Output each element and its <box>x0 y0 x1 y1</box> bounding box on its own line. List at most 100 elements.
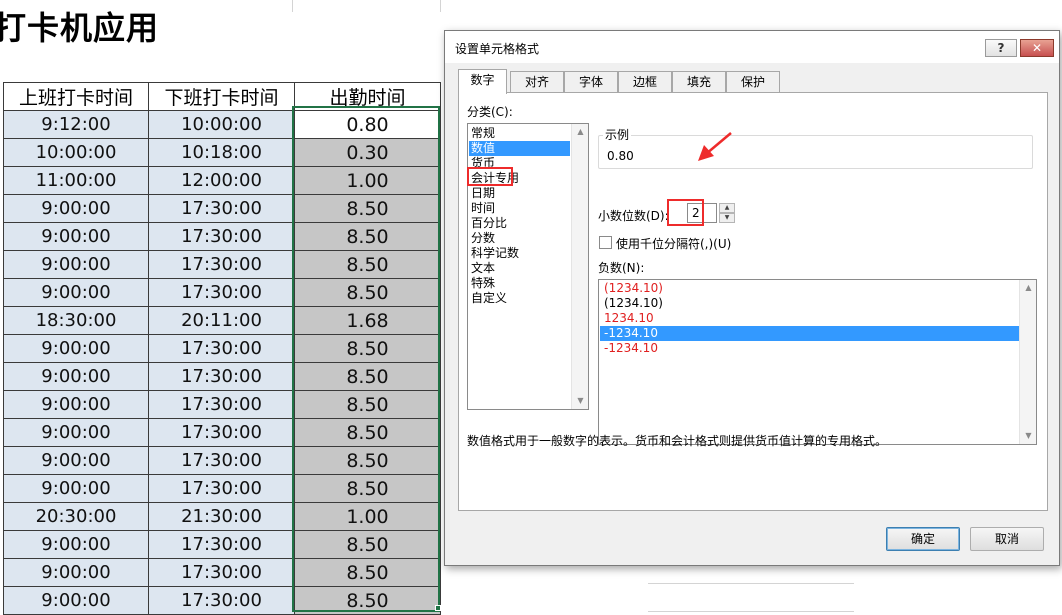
clock-out-cell[interactable]: 17:30:00 <box>148 586 295 615</box>
duration-cell[interactable]: 8.50 <box>294 474 441 503</box>
header-clock-out[interactable]: 下班打卡时间 <box>148 82 295 111</box>
close-button[interactable]: ✕ <box>1020 39 1054 57</box>
scroll-down-icon[interactable]: ▼ <box>572 393 588 409</box>
dialog-titlebar[interactable]: 设置单元格格式 ? ✕ <box>445 31 1059 63</box>
clock-out-cell[interactable]: 17:30:00 <box>148 390 295 419</box>
sample-group <box>598 135 1033 169</box>
duration-cell[interactable]: 8.50 <box>294 250 441 279</box>
clock-in-cell[interactable]: 9:00:00 <box>3 334 149 363</box>
category-list[interactable]: 常规 数值 货币 会计专用 日期 时间 百分比 分数 科学记数 文本 特殊 自定义 ▲ ▼ <box>467 123 589 410</box>
duration-cell[interactable]: 8.50 <box>294 362 441 391</box>
clock-in-cell[interactable]: 9:00:00 <box>3 362 149 391</box>
duration-cell[interactable]: 1.00 <box>294 502 441 531</box>
duration-cell[interactable]: 8.50 <box>294 334 441 363</box>
category-item[interactable]: 百分比 <box>469 216 570 231</box>
duration-cell[interactable]: 8.50 <box>294 390 441 419</box>
clock-out-cell[interactable]: 17:30:00 <box>148 362 295 391</box>
tab-protection[interactable]: 保护 <box>726 71 780 93</box>
clock-out-cell[interactable]: 10:00:00 <box>148 110 295 139</box>
clock-out-cell[interactable]: 17:30:00 <box>148 474 295 503</box>
scroll-down-icon[interactable]: ▼ <box>1020 428 1036 444</box>
clock-in-cell[interactable]: 9:00:00 <box>3 586 149 615</box>
tab-border[interactable]: 边框 <box>618 71 672 93</box>
clock-out-cell[interactable]: 17:30:00 <box>148 418 295 447</box>
clock-out-cell[interactable]: 17:30:00 <box>148 222 295 251</box>
clock-in-cell[interactable]: 20:30:00 <box>3 502 149 531</box>
spin-down-icon[interactable]: ▼ <box>719 213 735 223</box>
negative-option[interactable]: -1234.10 <box>600 326 1019 341</box>
negative-option[interactable]: (1234.10) <box>600 281 1019 296</box>
duration-cell[interactable]: 0.80 <box>294 110 441 139</box>
category-item[interactable]: 分数 <box>469 231 570 246</box>
category-item[interactable]: 文本 <box>469 261 570 276</box>
category-item[interactable]: 时间 <box>469 201 570 216</box>
clock-in-cell[interactable]: 10:00:00 <box>3 138 149 167</box>
clock-in-cell[interactable]: 9:00:00 <box>3 222 149 251</box>
clock-in-cell[interactable]: 9:00:00 <box>3 194 149 223</box>
help-button[interactable]: ? <box>985 39 1017 57</box>
duration-cell[interactable]: 8.50 <box>294 418 441 447</box>
clock-out-cell[interactable]: 17:30:00 <box>148 530 295 559</box>
clock-out-cell[interactable]: 17:30:00 <box>148 250 295 279</box>
negative-option[interactable]: 1234.10 <box>600 311 1019 326</box>
clock-out-cell[interactable]: 17:30:00 <box>148 334 295 363</box>
duration-cell[interactable]: 8.50 <box>294 446 441 475</box>
duration-cell[interactable]: 1.68 <box>294 306 441 335</box>
duration-cell[interactable]: 8.50 <box>294 222 441 251</box>
clock-out-cell[interactable]: 17:30:00 <box>148 558 295 587</box>
category-item[interactable]: 特殊 <box>469 276 570 291</box>
clock-in-cell[interactable]: 9:12:00 <box>3 110 149 139</box>
clock-in-cell[interactable]: 18:30:00 <box>3 306 149 335</box>
clock-out-cell[interactable]: 17:30:00 <box>148 446 295 475</box>
clock-in-cell[interactable]: 9:00:00 <box>3 250 149 279</box>
category-item[interactable]: 常规 <box>469 126 570 141</box>
category-item[interactable]: 日期 <box>469 186 570 201</box>
tab-fill[interactable]: 填充 <box>672 71 726 93</box>
negative-option[interactable]: -1234.10 <box>600 341 1019 356</box>
clock-in-cell[interactable]: 9:00:00 <box>3 530 149 559</box>
duration-cell[interactable]: 0.30 <box>294 138 441 167</box>
clock-out-cell[interactable]: 21:30:00 <box>148 502 295 531</box>
decimal-places-input[interactable]: 2 <box>687 203 717 223</box>
fill-handle[interactable] <box>435 605 441 611</box>
category-scrollbar[interactable]: ▲ ▼ <box>571 124 588 409</box>
duration-cell[interactable]: 8.50 <box>294 558 441 587</box>
tab-font[interactable]: 字体 <box>564 71 618 93</box>
clock-out-cell[interactable]: 10:18:00 <box>148 138 295 167</box>
category-item[interactable]: 货币 <box>469 156 570 171</box>
tab-number[interactable]: 数字 <box>458 69 507 94</box>
clock-in-cell[interactable]: 9:00:00 <box>3 418 149 447</box>
scroll-up-icon[interactable]: ▲ <box>1020 280 1036 296</box>
duration-cell[interactable]: 8.50 <box>294 530 441 559</box>
negative-numbers-list[interactable]: (1234.10) (1234.10) 1234.10 -1234.10 -1234.1… <box>598 279 1037 445</box>
duration-cell[interactable]: 8.50 <box>294 194 441 223</box>
header-duration[interactable]: 出勤时间 <box>294 82 441 111</box>
tab-alignment[interactable]: 对齐 <box>510 71 564 93</box>
duration-cell[interactable]: 8.50 <box>294 278 441 307</box>
clock-in-cell[interactable]: 9:00:00 <box>3 558 149 587</box>
negative-option[interactable]: (1234.10) <box>600 296 1019 311</box>
thousands-separator-checkbox[interactable] <box>599 236 612 249</box>
clock-in-cell[interactable]: 9:00:00 <box>3 390 149 419</box>
clock-in-cell[interactable]: 11:00:00 <box>3 166 149 195</box>
ok-button[interactable]: 确定 <box>886 527 960 551</box>
category-item[interactable]: 会计专用 <box>469 171 570 186</box>
clock-out-cell[interactable]: 17:30:00 <box>148 194 295 223</box>
clock-in-cell[interactable]: 9:00:00 <box>3 278 149 307</box>
header-clock-in[interactable]: 上班打卡时间 <box>3 82 149 111</box>
clock-out-cell[interactable]: 17:30:00 <box>148 278 295 307</box>
category-item[interactable]: 数值 <box>469 141 570 156</box>
category-item[interactable]: 自定义 <box>469 291 570 306</box>
clock-in-cell[interactable]: 9:00:00 <box>3 474 149 503</box>
cancel-button[interactable]: 取消 <box>970 527 1044 551</box>
category-item[interactable]: 科学记数 <box>469 246 570 261</box>
duration-cell[interactable]: 1.00 <box>294 166 441 195</box>
negative-scrollbar[interactable]: ▲ ▼ <box>1019 280 1036 444</box>
clock-out-cell[interactable]: 12:00:00 <box>148 166 295 195</box>
clock-in-cell[interactable]: 9:00:00 <box>3 446 149 475</box>
decimal-places-stepper[interactable]: ▲ ▼ <box>719 203 735 223</box>
duration-cell[interactable]: 8.50 <box>294 586 441 615</box>
scroll-up-icon[interactable]: ▲ <box>572 124 588 140</box>
spin-up-icon[interactable]: ▲ <box>719 203 735 213</box>
clock-out-cell[interactable]: 20:11:00 <box>148 306 295 335</box>
